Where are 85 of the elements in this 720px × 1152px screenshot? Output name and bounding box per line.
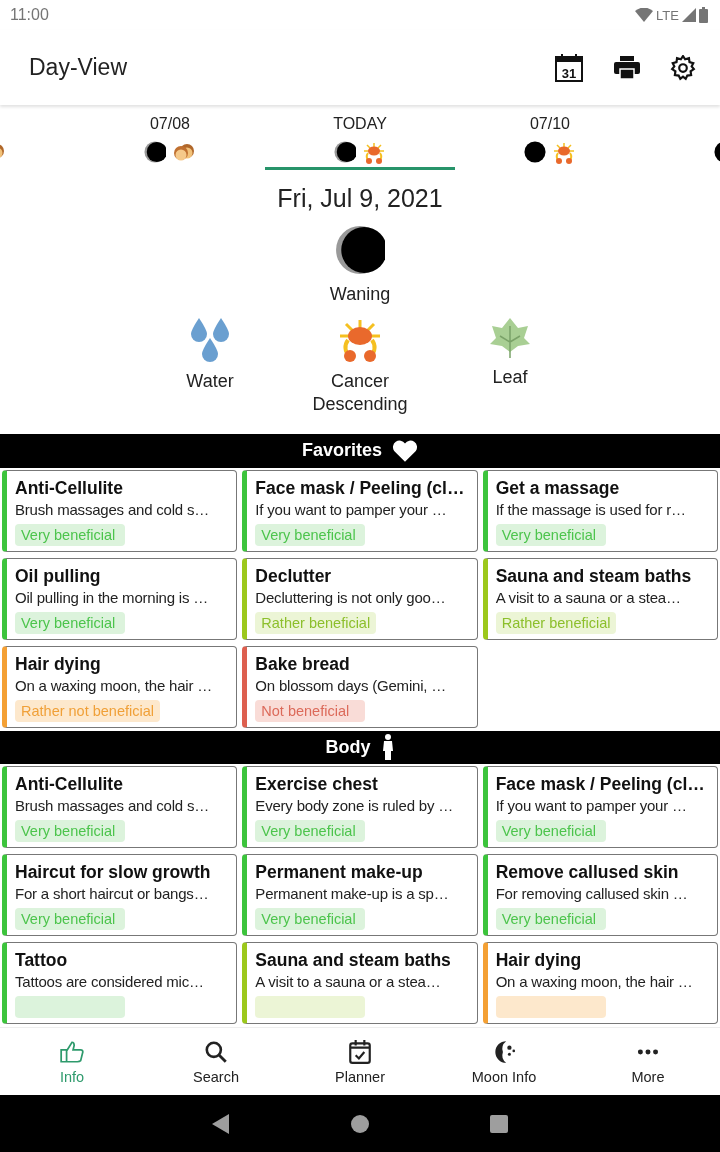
card-description: On a waxing moon, the hair … [15, 675, 212, 696]
activity-card[interactable]: Sauna and steam baths A visit to a sauna or a stea… Rather beneficial [482, 557, 718, 640]
card-title: Hair dying [15, 652, 101, 675]
moon-phase-label: Waning [329, 282, 391, 306]
card-description: If you want to pamper your … [255, 499, 447, 520]
attribute-label: Cancer Descending [312, 369, 408, 416]
activity-card[interactable]: Tattoo Tattoos are considered mic… [2, 942, 238, 1024]
day-label[interactable]: TODAY [333, 115, 387, 132]
activity-card[interactable]: Get a massage If the massage is used for r… Very beneficial [482, 469, 718, 552]
card-description: On a waxing moon, the hair … [495, 972, 693, 992]
activity-card[interactable]: Face mask / Peeling (cl… If you want to pamper your … Very beneficial [242, 469, 478, 552]
activity-card[interactable]: Sauna and steam baths A visit to a sauna or a stea… [242, 942, 478, 1024]
card-description: Permanent make-up is a sp… [255, 884, 449, 904]
card-description: Brush massages and cold s… [15, 796, 210, 816]
card-title: Permanent make-up [255, 861, 423, 883]
card-description: Every body zone is ruled by … [255, 796, 453, 816]
rating-badge: Very beneficial [15, 908, 125, 930]
rating-badge: Very beneficial [255, 820, 366, 842]
attribute-label: Leaf [492, 365, 528, 389]
nav-label[interactable]: Search [193, 1068, 239, 1085]
activity-card[interactable]: Bake bread On blossom days (Gemini, … Not beneficial [242, 645, 478, 728]
rating-badge: Very beneficial [495, 820, 606, 842]
card-description: If you want to pamper your … [495, 796, 687, 816]
card-description: A visit to a sauna or a stea… [495, 587, 681, 608]
calendar-icon[interactable]: 31 [554, 52, 584, 83]
card-description: For a short haircut or bangs… [15, 884, 209, 904]
rating-badge: Rather beneficial [495, 611, 617, 634]
day-label[interactable]: 07/10 [529, 115, 570, 132]
section-title: Body [325, 736, 371, 758]
status-time: 11:00 [10, 6, 49, 24]
attribute-label: Water [186, 369, 234, 393]
nav-label[interactable]: Moon Info [471, 1068, 537, 1085]
rating-badge: Not beneficial [255, 699, 366, 722]
rating-badge: Very beneficial [255, 523, 366, 546]
card-title: Tattoo [15, 949, 68, 971]
rating-badge: Rather beneficial [255, 611, 377, 634]
rating-badge: Very beneficial [495, 908, 606, 930]
activity-card[interactable]: Declutter Decluttering is not only goo… Rather beneficial [242, 557, 478, 640]
card-title: Get a massage [495, 476, 620, 499]
network-type: LTE [656, 7, 679, 23]
card-description: On blossom days (Gemini, … [255, 675, 447, 696]
nav-label[interactable]: More [631, 1068, 665, 1085]
card-description: For removing callused skin … [495, 884, 688, 904]
rating-badge: Rather not beneficial [15, 699, 160, 722]
card-description: Oil pulling in the morning is … [15, 587, 209, 608]
screen-title: Day-View [29, 54, 128, 81]
rating-badge: Very beneficial [15, 611, 125, 634]
date-heading: Fri, Jul 9, 2021 [276, 183, 444, 213]
activity-card[interactable]: Face mask / Peeling (cl… If you want to pamper your … Very beneficial [482, 766, 718, 848]
card-title: Declutter [255, 564, 332, 587]
activity-card[interactable]: Anti-Cellulite Brush massages and cold s… Very beneficial [2, 469, 238, 552]
card-title: Sauna and steam baths [495, 564, 692, 587]
card-title: Face mask / Peeling (cl… [495, 773, 705, 795]
card-description: If the massage is used for r… [495, 499, 686, 520]
rating-badge: Very beneficial [255, 908, 366, 930]
card-title: Sauna and steam baths [255, 949, 451, 971]
card-description: Brush massages and cold s… [15, 499, 210, 520]
day-tab[interactable]: TODAY [265, 105, 455, 170]
nav-label[interactable]: Info [59, 1068, 85, 1085]
rating-badge: Very beneficial [15, 523, 125, 546]
card-title: Face mask / Peeling (cl… [255, 476, 465, 499]
card-title: Anti-Cellulite [15, 476, 123, 499]
section-title: Favorites [301, 440, 382, 462]
card-description: A visit to a sauna or a stea… [255, 972, 441, 992]
card-title: Oil pulling [15, 564, 101, 587]
activity-card[interactable]: Exercise chest Every body zone is ruled by … Very beneficial [242, 766, 478, 848]
card-title: Remove callused skin [495, 861, 679, 883]
activity-card[interactable]: Hair dying On a waxing moon, the hair … [482, 942, 718, 1024]
activity-card[interactable]: Haircut for slow growth For a short haircut or bangs… Very beneficial [2, 854, 238, 936]
activity-card[interactable]: Permanent make-up Permanent make-up is a sp… Very beneficial [242, 854, 478, 936]
card-title: Bake bread [255, 652, 350, 675]
card-title: Haircut for slow growth [15, 861, 211, 883]
activity-card[interactable]: Anti-Cellulite Brush massages and cold s… Very beneficial [2, 766, 238, 848]
card-description: Decluttering is not only goo… [255, 587, 446, 608]
activity-card[interactable]: Hair dying On a waxing moon, the hair … Rather not beneficial [2, 645, 238, 728]
card-title: Hair dying [495, 949, 582, 971]
activity-card[interactable]: Remove callused skin For removing callused skin … Very beneficial [482, 854, 718, 936]
card-title: Anti-Cellulite [15, 773, 123, 795]
nav-label[interactable]: Planner [335, 1068, 385, 1085]
rating-badge: Very beneficial [15, 820, 125, 842]
day-label[interactable]: 07/08 [149, 115, 190, 132]
card-title: Exercise chest [255, 773, 378, 795]
rating-badge: Very beneficial [495, 523, 606, 546]
card-description: Tattoos are considered mic… [15, 972, 204, 992]
activity-card[interactable]: Oil pulling Oil pulling in the morning is … Very beneficial [2, 557, 238, 640]
